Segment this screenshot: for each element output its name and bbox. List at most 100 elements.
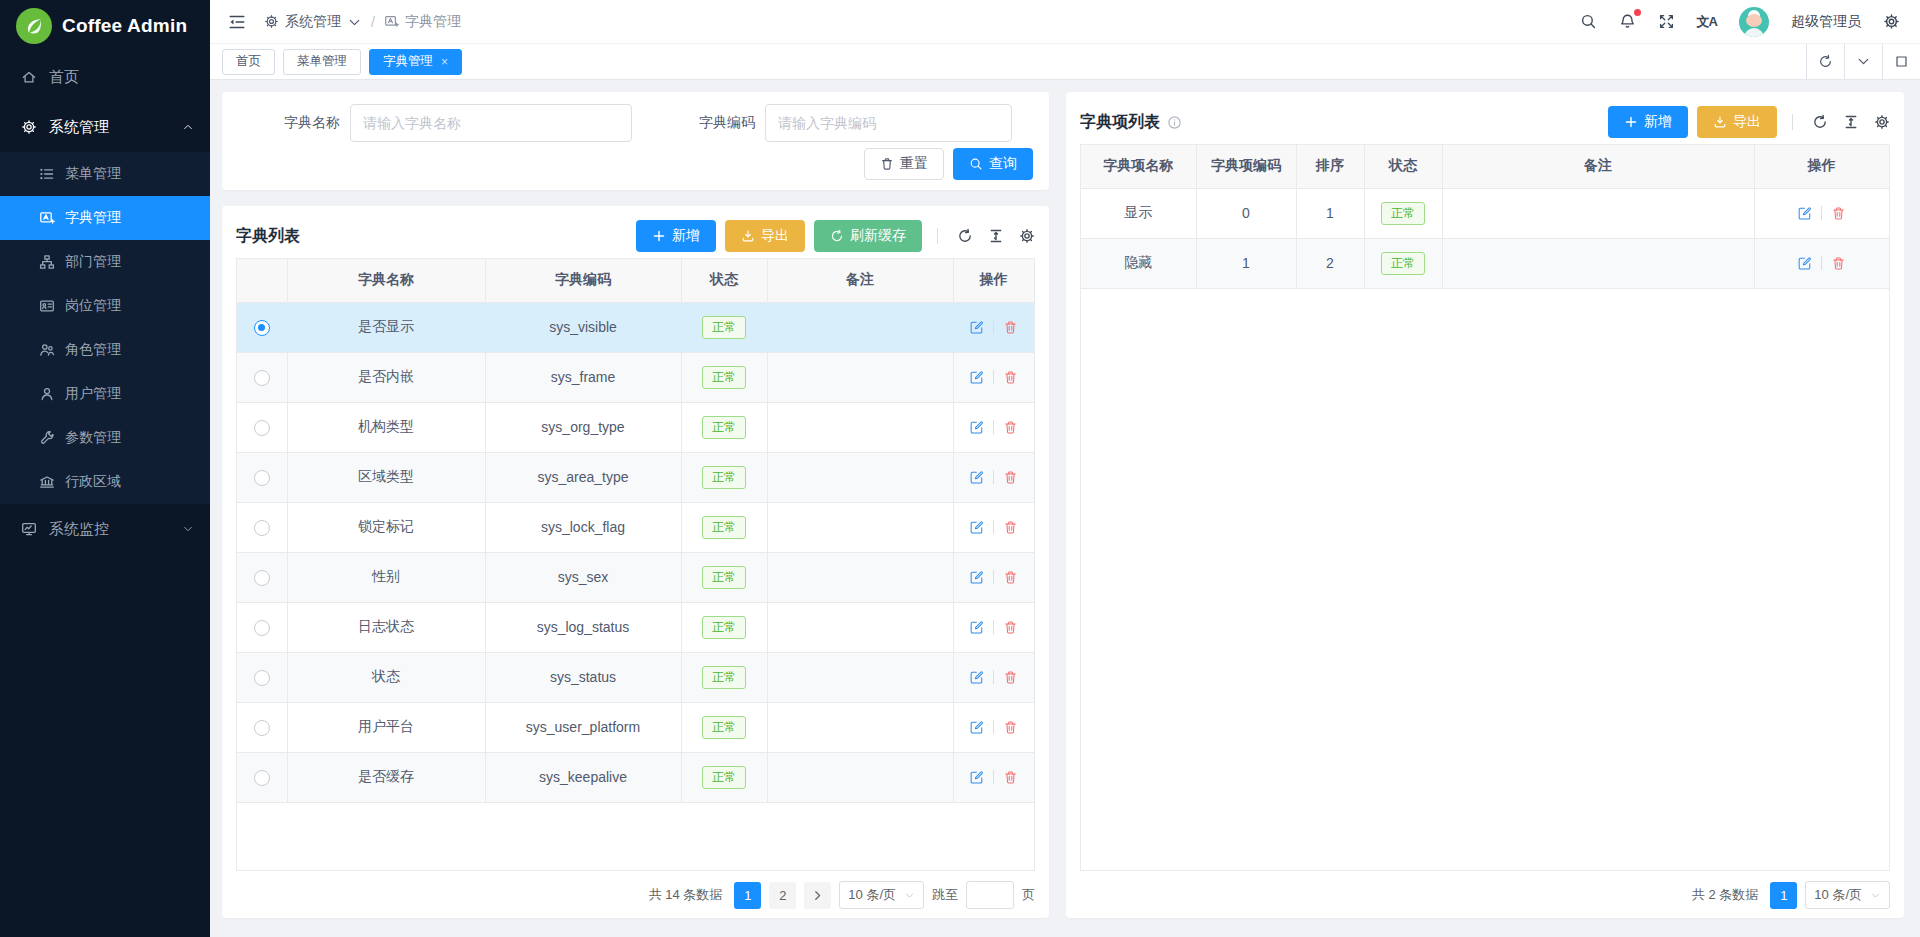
edit-icon[interactable] bbox=[969, 470, 984, 485]
settings-gear-icon[interactable] bbox=[1883, 13, 1900, 30]
dict-code-cell: sys_org_type bbox=[485, 402, 681, 452]
导出-button[interactable]: 导出 bbox=[725, 220, 805, 252]
row-radio[interactable] bbox=[254, 670, 270, 686]
delete-icon[interactable] bbox=[1003, 670, 1018, 685]
reset-button[interactable]: 重置 bbox=[864, 148, 944, 180]
delete-icon[interactable] bbox=[1003, 720, 1018, 735]
delete-icon[interactable] bbox=[1003, 770, 1018, 785]
edit-icon[interactable] bbox=[969, 570, 984, 585]
table-row[interactable]: 日志状态 sys_log_status 正常 bbox=[237, 602, 1034, 652]
table-row[interactable]: 用户平台 sys_user_platform 正常 bbox=[237, 702, 1034, 752]
sidebar-item[interactable]: 用户管理 bbox=[0, 372, 210, 416]
close-icon[interactable]: × bbox=[441, 56, 448, 68]
tab-label: 首页 bbox=[236, 53, 261, 70]
sidebar-item[interactable]: 字典管理 bbox=[0, 196, 210, 240]
row-height-icon[interactable] bbox=[1843, 114, 1859, 130]
导出-button[interactable]: 导出 bbox=[1697, 106, 1777, 138]
refresh-tab-icon[interactable] bbox=[1806, 44, 1844, 80]
edit-icon[interactable] bbox=[969, 670, 984, 685]
tab-actions-chevron-icon[interactable] bbox=[1844, 44, 1882, 80]
delete-icon[interactable] bbox=[1003, 570, 1018, 585]
edit-icon[interactable] bbox=[1797, 206, 1812, 221]
page-button[interactable]: 1 bbox=[734, 882, 761, 909]
sidebar-item[interactable]: 部门管理 bbox=[0, 240, 210, 284]
query-button[interactable]: 查询 bbox=[953, 148, 1033, 180]
table-row[interactable]: 锁定标记 sys_lock_flag 正常 bbox=[237, 502, 1034, 552]
row-radio[interactable] bbox=[254, 470, 270, 486]
sidebar-item[interactable]: 岗位管理 bbox=[0, 284, 210, 328]
sidebar-item[interactable]: 行政区域 bbox=[0, 460, 210, 504]
next-page-button[interactable] bbox=[804, 882, 831, 909]
row-radio[interactable] bbox=[254, 370, 270, 386]
jump-page-input[interactable] bbox=[966, 881, 1014, 909]
page-button[interactable]: 1 bbox=[1770, 882, 1797, 909]
row-radio[interactable] bbox=[254, 770, 270, 786]
page-size-select[interactable]: 10 条/页 bbox=[1805, 881, 1890, 909]
search-icon[interactable] bbox=[1580, 13, 1597, 30]
row-radio[interactable] bbox=[254, 570, 270, 586]
table-row[interactable]: 是否显示 sys_visible 正常 bbox=[237, 302, 1034, 352]
table-row[interactable]: 显示 0 1 正常 bbox=[1081, 188, 1889, 238]
sidebar-item[interactable]: 菜单管理 bbox=[0, 152, 210, 196]
row-radio[interactable] bbox=[254, 420, 270, 436]
sidebar-item[interactable]: 参数管理 bbox=[0, 416, 210, 460]
breadcrumb-system[interactable]: 系统管理 bbox=[264, 13, 362, 31]
edit-icon[interactable] bbox=[969, 320, 984, 335]
row-radio[interactable] bbox=[254, 720, 270, 736]
tab[interactable]: 字典管理 × bbox=[369, 49, 462, 75]
table-row[interactable]: 是否缓存 sys_keepalive 正常 bbox=[237, 752, 1034, 802]
sidebar-item[interactable]: 角色管理 bbox=[0, 328, 210, 372]
delete-icon[interactable] bbox=[1003, 520, 1018, 535]
table-row[interactable]: 性别 sys_sex 正常 bbox=[237, 552, 1034, 602]
column-settings-gear-icon[interactable] bbox=[1019, 228, 1035, 244]
delete-icon[interactable] bbox=[1831, 206, 1846, 221]
row-radio[interactable] bbox=[254, 520, 270, 536]
edit-icon[interactable] bbox=[969, 770, 984, 785]
fullscreen-icon[interactable] bbox=[1658, 13, 1675, 30]
table-row[interactable]: 区域类型 sys_area_type 正常 bbox=[237, 452, 1034, 502]
refresh-icon[interactable] bbox=[1812, 114, 1828, 130]
info-icon[interactable] bbox=[1167, 115, 1182, 130]
column-settings-gear-icon[interactable] bbox=[1874, 114, 1890, 130]
refresh-icon[interactable] bbox=[957, 228, 973, 244]
avatar[interactable] bbox=[1739, 7, 1769, 37]
刷新缓存-button[interactable]: 刷新缓存 bbox=[814, 220, 922, 252]
edit-icon[interactable] bbox=[1797, 256, 1812, 271]
edit-icon[interactable] bbox=[969, 370, 984, 385]
delete-icon[interactable] bbox=[1831, 256, 1846, 271]
sidebar-item[interactable]: 系统监控 bbox=[0, 504, 210, 554]
tab-label: 字典管理 bbox=[383, 53, 433, 70]
edit-icon[interactable] bbox=[969, 720, 984, 735]
tab[interactable]: 首页 bbox=[222, 49, 275, 75]
sidebar-item[interactable]: 系统管理 bbox=[0, 102, 210, 152]
新增-button[interactable]: 新增 bbox=[636, 220, 716, 252]
row-radio[interactable] bbox=[254, 620, 270, 636]
tab[interactable]: 菜单管理 bbox=[283, 49, 361, 75]
table-row[interactable]: 机构类型 sys_org_type 正常 bbox=[237, 402, 1034, 452]
delete-icon[interactable] bbox=[1003, 320, 1018, 335]
table-row[interactable]: 状态 sys_status 正常 bbox=[237, 652, 1034, 702]
edit-icon[interactable] bbox=[969, 620, 984, 635]
edit-icon[interactable] bbox=[969, 420, 984, 435]
delete-icon[interactable] bbox=[1003, 470, 1018, 485]
page-size-select[interactable]: 10 条/页 bbox=[839, 881, 924, 909]
user-name[interactable]: 超级管理员 bbox=[1791, 13, 1861, 31]
delete-icon[interactable] bbox=[1003, 420, 1018, 435]
maximize-icon[interactable] bbox=[1882, 44, 1920, 80]
dict-code-input[interactable] bbox=[765, 104, 1012, 142]
row-radio[interactable] bbox=[254, 320, 270, 336]
table-row[interactable]: 隐藏 1 2 正常 bbox=[1081, 238, 1889, 288]
edit-icon[interactable] bbox=[969, 520, 984, 535]
page-button[interactable]: 2 bbox=[769, 882, 796, 909]
delete-icon[interactable] bbox=[1003, 620, 1018, 635]
table-row[interactable]: 是否内嵌 sys_frame 正常 bbox=[237, 352, 1034, 402]
新增-button[interactable]: 新增 bbox=[1608, 106, 1688, 138]
app-logo[interactable]: Coffee Admin bbox=[0, 0, 210, 52]
menu-fold-icon[interactable] bbox=[228, 13, 246, 31]
translate-icon[interactable]: 文A bbox=[1697, 13, 1717, 31]
row-height-icon[interactable] bbox=[988, 228, 1004, 244]
notification-bell-icon[interactable] bbox=[1619, 13, 1636, 30]
delete-icon[interactable] bbox=[1003, 370, 1018, 385]
sidebar-item[interactable]: 首页 bbox=[0, 52, 210, 102]
dict-name-input[interactable] bbox=[350, 104, 632, 142]
